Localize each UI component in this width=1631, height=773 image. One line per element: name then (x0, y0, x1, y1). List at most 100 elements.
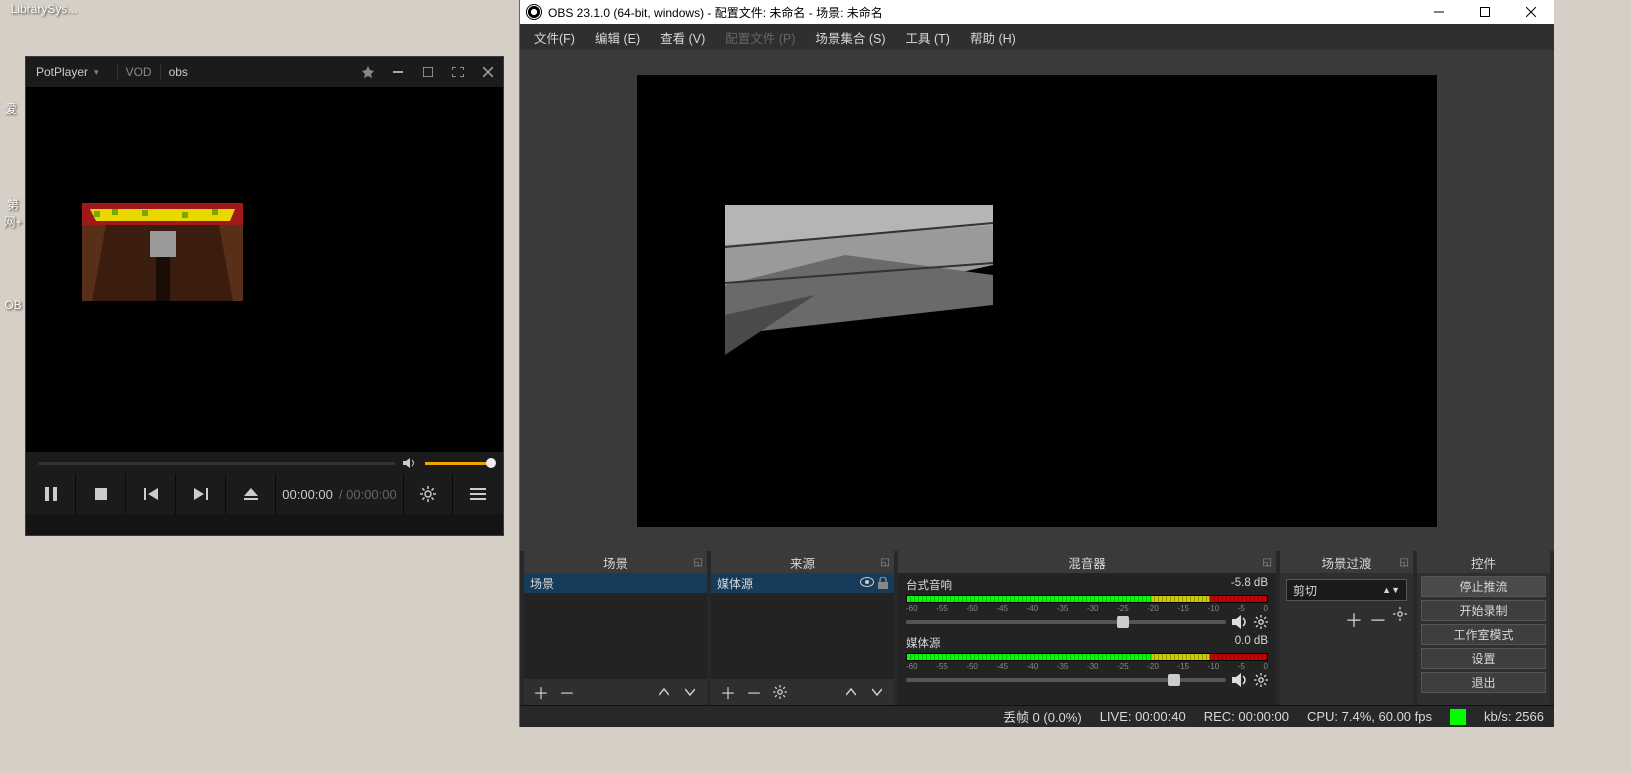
down-icon[interactable] (864, 681, 890, 703)
popout-icon[interactable]: ◱ (881, 557, 890, 568)
status-cpu: CPU: 7.4%, 60.00 fps (1307, 709, 1432, 724)
dock-mixer: 混音器◱ 台式音响-5.8 dB -60-55-50-45-40-35-30-2… (898, 551, 1276, 705)
settings-icon[interactable] (403, 474, 453, 514)
channel-db: -5.8 dB (1231, 577, 1268, 593)
source-item[interactable]: 媒体源 (711, 573, 894, 593)
tab-obs[interactable]: obs (169, 65, 188, 79)
gear-icon[interactable] (1254, 615, 1268, 629)
pause-button[interactable] (26, 474, 76, 514)
volume-icon[interactable] (403, 457, 417, 469)
status-led-icon (1450, 709, 1466, 725)
dock-transitions: 场景过渡 ◱ 剪切▲▼ ＋ － (1280, 551, 1413, 705)
gear-icon[interactable] (1254, 673, 1268, 687)
desktop-icon[interactable]: LibrarySys... (2, 2, 86, 16)
channel-name: 媒体源 (906, 635, 941, 651)
status-kbps: kb/s: 2566 (1484, 709, 1544, 724)
minimize-icon[interactable] (1416, 0, 1462, 24)
time-display: 00:00:00 / 00:00:00 (276, 487, 403, 502)
maximize-icon[interactable] (413, 57, 443, 87)
dock-sources: 来源 ◱ 媒体源 ＋ － (711, 551, 894, 705)
control-button[interactable]: 退出 (1421, 672, 1546, 693)
desktop-icon[interactable]: OB (2, 298, 24, 312)
control-button[interactable]: 开始录制 (1421, 600, 1546, 621)
dock-title: 来源 (790, 553, 815, 572)
menu-tools[interactable]: 工具 (T) (898, 25, 958, 50)
fullscreen-icon[interactable] (443, 57, 473, 87)
gear-icon[interactable] (767, 681, 793, 703)
pin-icon[interactable] (353, 57, 383, 87)
speaker-icon[interactable] (1232, 615, 1248, 629)
visibility-icon[interactable] (860, 577, 874, 589)
remove-icon[interactable]: － (554, 681, 580, 703)
menu-view[interactable]: 查看 (V) (652, 25, 713, 50)
up-icon[interactable] (651, 681, 677, 703)
popout-icon[interactable]: ◱ (1263, 557, 1272, 568)
menu-help[interactable]: 帮助 (H) (962, 25, 1024, 50)
transition-select[interactable]: 剪切▲▼ (1286, 579, 1407, 601)
mixer-channel: 媒体源0.0 dB -60-55-50-45-40-35-30-25-20-15… (898, 631, 1276, 689)
minimize-icon[interactable] (383, 57, 413, 87)
menu-icon[interactable] (453, 474, 503, 514)
volume-slider[interactable] (906, 678, 1226, 682)
lock-icon[interactable] (878, 577, 888, 589)
menu-scene-collection[interactable]: 场景集合 (S) (807, 25, 893, 50)
up-icon[interactable] (838, 681, 864, 703)
desktop-icon[interactable]: 第 网+ (2, 196, 24, 230)
obs-statusbar: 丢帧 0 (0.0%) LIVE: 00:00:40 REC: 00:00:00… (520, 705, 1554, 727)
maximize-icon[interactable] (1462, 0, 1508, 24)
close-icon[interactable] (473, 57, 503, 87)
speaker-icon[interactable] (1232, 673, 1248, 687)
dock-controls: 控件 停止推流开始录制工作室模式设置退出 (1417, 551, 1550, 705)
remove-icon[interactable]: － (741, 681, 767, 703)
close-icon[interactable] (1508, 0, 1554, 24)
preview-source[interactable] (725, 205, 993, 355)
mixer-channel: 台式音响-5.8 dB -60-55-50-45-40-35-30-25-20-… (898, 573, 1276, 631)
potplayer-titlebar: PotPlayer▾ VOD obs (26, 57, 503, 87)
control-button[interactable]: 工作室模式 (1421, 624, 1546, 645)
channel-db: 0.0 dB (1235, 635, 1268, 651)
add-icon[interactable]: ＋ (1345, 607, 1363, 633)
add-icon[interactable]: ＋ (528, 681, 554, 703)
status-live: LIVE: 00:00:40 (1100, 709, 1186, 724)
dock-title: 控件 (1471, 553, 1496, 572)
remove-icon[interactable]: － (1369, 607, 1387, 633)
eject-button[interactable] (226, 474, 276, 514)
menu-profile[interactable]: 配置文件 (P) (717, 25, 803, 50)
desktop-icon[interactable]: 爱 (2, 100, 20, 117)
obs-logo-icon (526, 4, 542, 20)
obs-preview[interactable] (520, 50, 1554, 551)
dock-title: 混音器 (1068, 553, 1106, 572)
control-button[interactable]: 停止推流 (1421, 576, 1546, 597)
channel-name: 台式音响 (906, 577, 952, 593)
tab-vod[interactable]: VOD (126, 65, 152, 79)
audio-meter (906, 595, 1268, 603)
obs-titlebar: OBS 23.1.0 (64-bit, windows) - 配置文件: 未命名… (520, 0, 1554, 24)
volume-slider[interactable] (425, 462, 491, 465)
potplayer-app-name[interactable]: PotPlayer▾ (26, 65, 109, 79)
obs-menubar: 文件(F) 编辑 (E) 查看 (V) 配置文件 (P) 场景集合 (S) 工具… (520, 24, 1554, 50)
popout-icon[interactable]: ◱ (694, 557, 703, 568)
dock-scenes: 场景 ◱ 场景 ＋ － (524, 551, 707, 705)
menu-file[interactable]: 文件(F) (526, 25, 583, 50)
video-thumbnail (82, 203, 243, 301)
control-button[interactable]: 设置 (1421, 648, 1546, 669)
down-icon[interactable] (677, 681, 703, 703)
dock-title: 场景 (603, 553, 628, 572)
seek-bar[interactable] (38, 462, 395, 465)
scene-item[interactable]: 场景 (524, 573, 707, 593)
potplayer-video-area[interactable] (26, 87, 503, 452)
status-rec: REC: 00:00:00 (1204, 709, 1289, 724)
status-drop: 丢帧 0 (0.0%) (1003, 707, 1082, 726)
next-button[interactable] (176, 474, 226, 514)
volume-slider[interactable] (906, 620, 1226, 624)
dock-title: 场景过渡 (1321, 553, 1371, 572)
add-icon[interactable]: ＋ (715, 681, 741, 703)
potplayer-window: PotPlayer▾ VOD obs (25, 56, 504, 536)
popout-icon[interactable]: ◱ (1400, 557, 1409, 568)
gear-icon[interactable] (1393, 607, 1407, 633)
prev-button[interactable] (126, 474, 176, 514)
menu-edit[interactable]: 编辑 (E) (587, 25, 648, 50)
obs-title-text: OBS 23.1.0 (64-bit, windows) - 配置文件: 未命名… (548, 4, 883, 21)
stop-button[interactable] (76, 474, 126, 514)
obs-window: OBS 23.1.0 (64-bit, windows) - 配置文件: 未命名… (519, 0, 1554, 727)
